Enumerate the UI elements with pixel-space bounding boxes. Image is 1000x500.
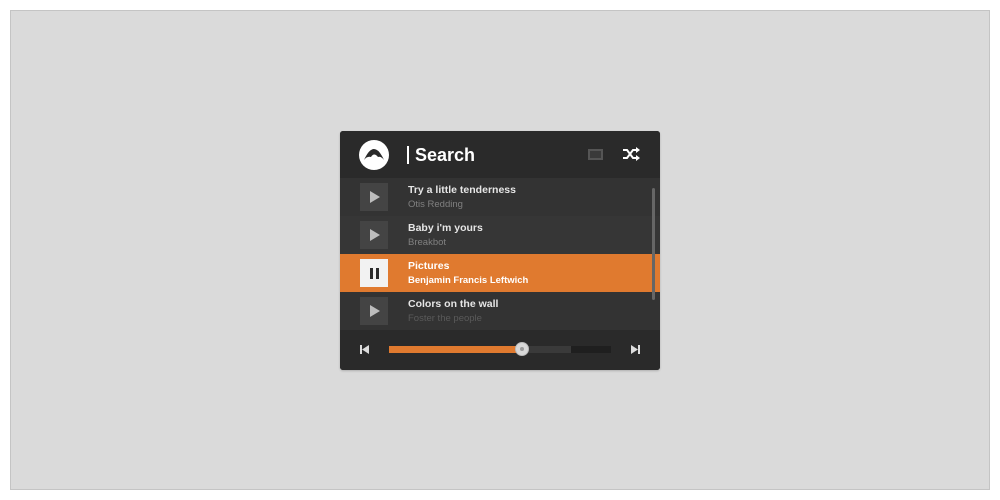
play-icon bbox=[370, 229, 380, 241]
play-button[interactable] bbox=[360, 297, 388, 325]
shuffle-icon[interactable] bbox=[622, 146, 640, 162]
song-title: Colors on the wall bbox=[408, 298, 499, 310]
song-title: Baby i'm yours bbox=[408, 222, 483, 234]
play-icon bbox=[370, 305, 380, 317]
pause-icon bbox=[370, 268, 379, 279]
artist-name: Benjamin Francis Leftwich bbox=[408, 275, 529, 286]
search-label: Search bbox=[415, 145, 476, 165]
playlist-item[interactable]: Pictures Benjamin Francis Leftwich bbox=[340, 254, 660, 292]
logo-icon bbox=[359, 140, 389, 170]
pause-button[interactable] bbox=[360, 259, 388, 287]
search-title[interactable]: Search bbox=[407, 145, 475, 166]
artist-name: Foster the people bbox=[408, 313, 482, 324]
previous-track-icon[interactable] bbox=[360, 345, 369, 354]
artist-name: Otis Redding bbox=[408, 199, 463, 210]
song-title: Try a little tenderness bbox=[408, 184, 516, 196]
playlist: Try a little tenderness Otis Redding Bab… bbox=[340, 178, 660, 330]
playlist-item[interactable]: Baby i'm yours Breakbot bbox=[340, 216, 660, 254]
song-title: Pictures bbox=[408, 260, 450, 272]
playlist-item[interactable]: Colors on the wall Foster the people bbox=[340, 292, 660, 330]
play-icon bbox=[370, 191, 380, 203]
artist-name: Breakbot bbox=[408, 237, 447, 248]
music-player-widget: Search Try a little tenderness Otis Redd… bbox=[340, 131, 660, 370]
player-header: Search bbox=[340, 131, 660, 178]
player-controls bbox=[340, 330, 660, 370]
next-track-icon[interactable] bbox=[631, 345, 640, 354]
scrollbar[interactable] bbox=[652, 188, 655, 300]
progress-slider[interactable] bbox=[389, 342, 611, 356]
played-bar bbox=[389, 346, 523, 353]
playlist-item[interactable]: Try a little tenderness Otis Redding bbox=[340, 178, 660, 216]
progress-handle[interactable] bbox=[515, 342, 530, 356]
play-button[interactable] bbox=[360, 221, 388, 249]
play-button[interactable] bbox=[360, 183, 388, 211]
monitor-icon[interactable] bbox=[588, 149, 603, 160]
